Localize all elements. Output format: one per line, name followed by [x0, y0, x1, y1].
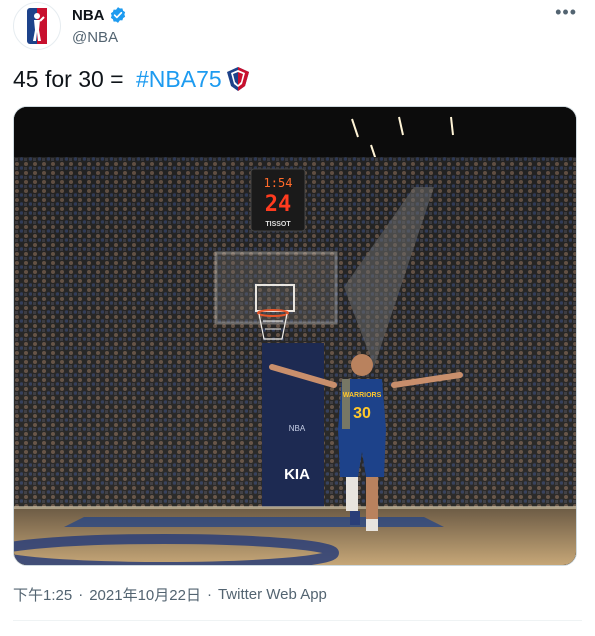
- hashtag-link[interactable]: #NBA75: [136, 64, 222, 94]
- meta-separator-2: ·: [206, 586, 212, 603]
- tweet-date[interactable]: 2021年10月22日: [89, 584, 201, 605]
- tweet: NBA @NBA ••• 45 for 30 = #NBA75 1:54 24 …: [0, 0, 595, 636]
- jersey-team: WARRIORS: [343, 392, 382, 399]
- verified-badge-icon: [110, 7, 125, 23]
- divider: [13, 620, 582, 621]
- author-block: NBA @NBA: [72, 5, 127, 46]
- svg-text:NBA: NBA: [289, 424, 306, 433]
- nba75-logo-icon: [226, 67, 249, 91]
- tweet-source[interactable]: Twitter Web App: [218, 586, 327, 603]
- tweet-photo[interactable]: 1:54 24 TISSOT NBA KIA WARRIORS 30: [13, 106, 577, 566]
- jersey-number: 30: [353, 405, 371, 422]
- tweet-time[interactable]: 下午1:25: [13, 584, 72, 605]
- handle[interactable]: @NBA: [72, 29, 127, 46]
- kia-sign: KIA: [284, 466, 310, 483]
- tweet-meta: 下午1:25 · 2021年10月22日 · Twitter Web App: [13, 584, 327, 605]
- shot-clock-seconds: 24: [265, 192, 292, 217]
- arena-photo: 1:54 24 TISSOT NBA KIA WARRIORS 30: [14, 107, 576, 565]
- meta-separator: ·: [78, 586, 84, 603]
- tweet-text-prefix: 45 for 30 =: [13, 66, 130, 92]
- display-name[interactable]: NBA: [72, 7, 105, 24]
- shot-clock-time: 1:54: [264, 176, 293, 190]
- shot-clock-sponsor: TISSOT: [265, 221, 291, 228]
- name-row: NBA: [72, 5, 127, 25]
- avatar[interactable]: [13, 2, 61, 50]
- tweet-text: 45 for 30 = #NBA75: [13, 64, 251, 94]
- nba-logo-icon: [27, 8, 47, 44]
- more-options-icon[interactable]: •••: [555, 3, 577, 21]
